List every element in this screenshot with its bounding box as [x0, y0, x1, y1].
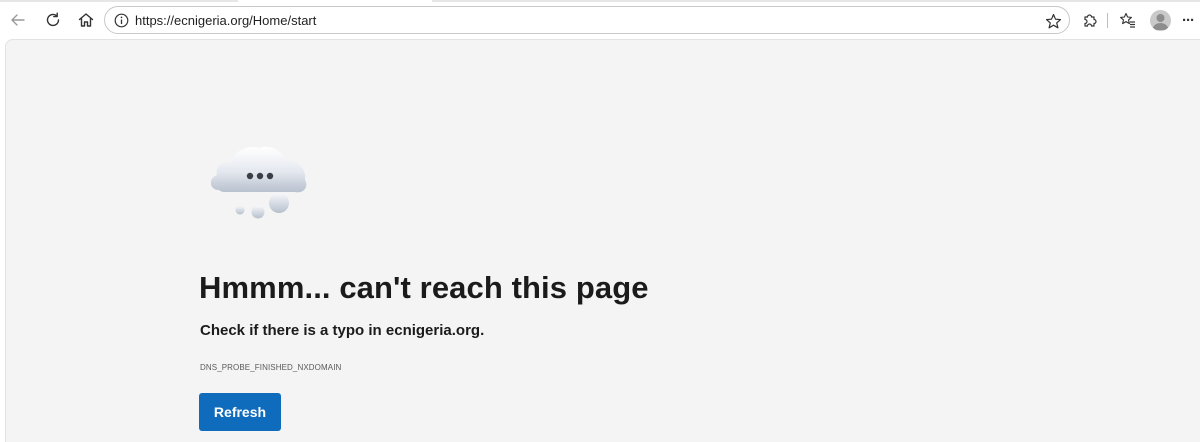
error-code: DNS_PROBE_FINISHED_NXDOMAIN	[200, 363, 342, 372]
error-page	[5, 39, 1200, 442]
error-message: Check if there is a typo in ecnigeria.or…	[200, 322, 485, 339]
toolbar-divider	[1107, 13, 1108, 28]
address-bar[interactable]: https://ecnigeria.org/Home/start	[104, 6, 1070, 34]
page-title: Hmmm... can't reach this page	[199, 270, 649, 305]
extensions-button[interactable]	[1078, 8, 1102, 32]
refresh-icon	[46, 12, 60, 27]
home-button[interactable]	[74, 8, 98, 32]
refresh-page-button[interactable]: Refresh	[199, 393, 281, 431]
info-icon	[114, 13, 128, 27]
cloud-icon	[210, 146, 307, 219]
profile-icon	[1152, 14, 1169, 30]
more-button[interactable]: ···	[1176, 8, 1200, 32]
refresh-button[interactable]	[41, 8, 65, 32]
favorites-button[interactable]	[1116, 8, 1140, 32]
add-favorite-button[interactable]	[1043, 11, 1063, 31]
favorites-icon	[1120, 12, 1135, 28]
avatar[interactable]	[1150, 10, 1171, 31]
tab-strip-edge	[432, 0, 1200, 2]
browser-toolbar: https://ecnigeria.org/Home/start ···	[0, 0, 1200, 41]
home-icon	[78, 13, 94, 27]
back-button[interactable]	[6, 8, 30, 32]
back-arrow-icon	[11, 14, 25, 26]
star-icon	[1045, 13, 1061, 28]
tab-strip-edge	[0, 0, 238, 2]
more-icon: ···	[1182, 11, 1195, 29]
url-text[interactable]: https://ecnigeria.org/Home/start	[135, 13, 316, 28]
puzzle-icon	[1084, 14, 1097, 27]
site-info-button[interactable]	[113, 12, 129, 28]
